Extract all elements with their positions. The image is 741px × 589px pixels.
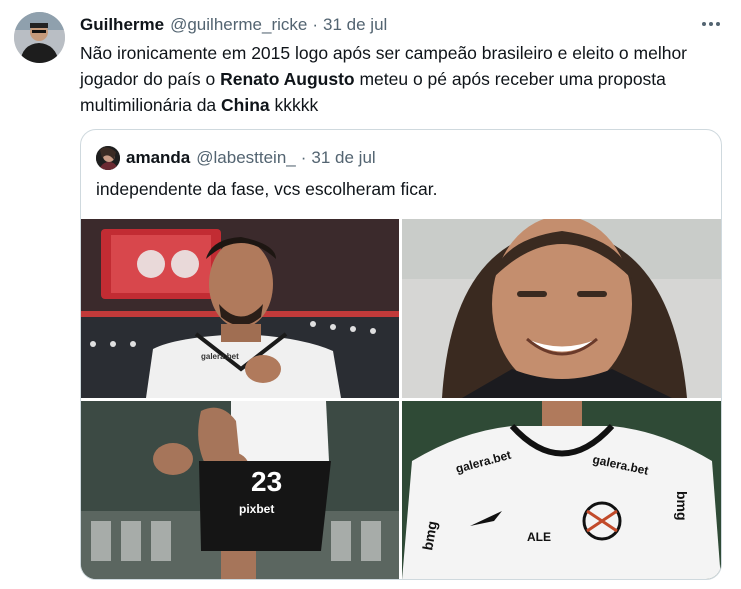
media-grid: galera.bet 23 pixbet galera.bet galera.b… xyxy=(81,219,721,579)
tweet-text-part: kkkkk xyxy=(269,95,319,115)
tweet[interactable]: Guilherme @guilherme_ricke · 31 de jul N… xyxy=(0,0,741,589)
author-avatar-image xyxy=(14,12,65,63)
tweet-text-bold-country: China xyxy=(221,95,270,115)
author-name[interactable]: Guilherme xyxy=(80,15,164,35)
quote-avatar-image xyxy=(96,146,120,170)
author-avatar[interactable] xyxy=(14,12,65,63)
quote-author-handle[interactable]: @labesttein_ xyxy=(196,148,296,168)
more-horizontal-icon[interactable] xyxy=(697,12,725,36)
tweet-header: Guilherme @guilherme_ricke · 31 de jul xyxy=(80,14,387,36)
separator-dot: · xyxy=(300,148,307,167)
jersey-bmg-right: bmg xyxy=(674,491,690,521)
quote-header: amanda @labesttein_ · 31 de jul xyxy=(126,147,376,169)
shorts-sponsor: pixbet xyxy=(239,502,274,516)
photo-player-long-hair-smiling[interactable] xyxy=(402,219,721,398)
tweet-date[interactable]: 31 de jul xyxy=(323,15,387,35)
quote-date[interactable]: 31 de jul xyxy=(311,148,375,168)
tweet-text-bold-name: Renato Augusto xyxy=(220,69,355,89)
quoted-tweet[interactable]: amanda @labesttein_ · 31 de jul independ… xyxy=(80,129,722,580)
photo-player-celebrating-stadium[interactable]: galera.bet xyxy=(81,219,399,398)
jersey-ale-logo: ALE xyxy=(527,530,551,544)
photo-corinthians-jersey-closeup[interactable]: galera.bet galera.bet ALE bmg bmg xyxy=(402,401,721,579)
quote-text: independente da fase, vcs escolheram fic… xyxy=(96,179,438,199)
quote-author-avatar[interactable] xyxy=(96,146,120,170)
shorts-number: 23 xyxy=(251,466,282,497)
tweet-text: Não ironicamente em 2015 logo após ser c… xyxy=(80,40,720,118)
author-handle[interactable]: @guilherme_ricke xyxy=(170,15,307,35)
separator-dot: · xyxy=(312,15,319,34)
jersey-sponsor-text: galera.bet xyxy=(201,352,239,361)
quote-author-name[interactable]: amanda xyxy=(126,148,190,168)
photo-player-number-23-fist-pump[interactable]: 23 pixbet xyxy=(81,401,399,579)
